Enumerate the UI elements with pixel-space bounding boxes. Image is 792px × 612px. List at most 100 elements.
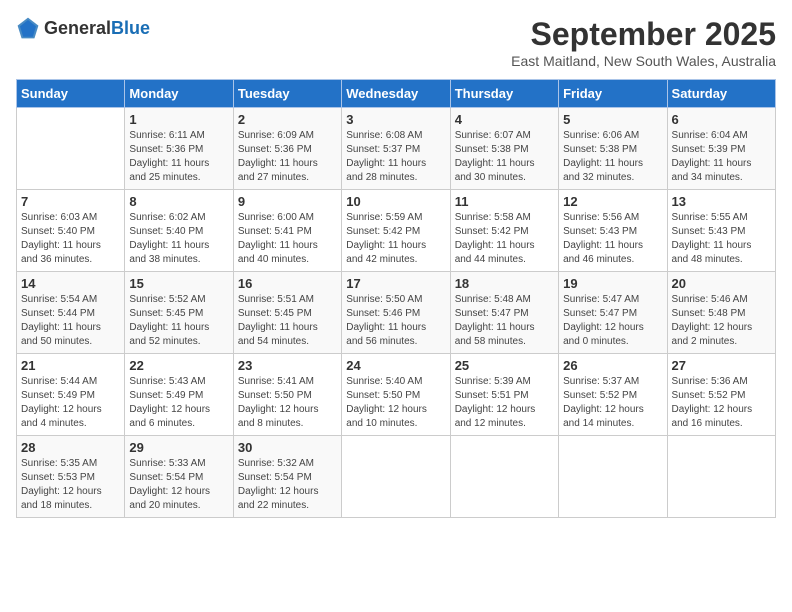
day-number: 3 [346,112,445,127]
day-number: 13 [672,194,771,209]
day-info: Sunrise: 5:36 AM Sunset: 5:52 PM Dayligh… [672,375,771,431]
day-number: 19 [563,276,662,291]
day-cell: 29 Sunrise: 5:33 AM Sunset: 5:54 PM Dayli… [125,436,233,518]
day-info: Sunrise: 6:11 AM Sunset: 5:36 PM Dayligh… [129,129,228,185]
day-number: 1 [129,112,228,127]
header-cell-wednesday: Wednesday [342,80,450,108]
day-cell: 10 Sunrise: 5:59 AM Sunset: 5:42 PM Dayli… [342,190,450,272]
logo: GeneralBlue [16,16,150,40]
header-cell-sunday: Sunday [17,80,125,108]
header-cell-friday: Friday [559,80,667,108]
day-info: Sunrise: 5:59 AM Sunset: 5:42 PM Dayligh… [346,211,445,267]
calendar-table: SundayMondayTuesdayWednesdayThursdayFrid… [16,79,776,518]
day-cell: 3Sunrise: 6:08 AM Sunset: 5:37 PM Daylig… [342,108,450,190]
day-cell: 27 Sunrise: 5:36 AM Sunset: 5:52 PM Dayli… [667,354,775,436]
day-info: Sunrise: 5:44 AM Sunset: 5:49 PM Dayligh… [21,375,120,431]
day-cell: 28 Sunrise: 5:35 AM Sunset: 5:53 PM Dayli… [17,436,125,518]
day-cell: 1 Sunrise: 6:11 AM Sunset: 5:36 PM Daylig… [125,108,233,190]
day-number: 12 [563,194,662,209]
week-row-4: 28 Sunrise: 5:35 AM Sunset: 5:53 PM Dayli… [17,436,776,518]
day-cell: 14 Sunrise: 5:54 AM Sunset: 5:44 PM Dayli… [17,272,125,354]
day-info: Sunrise: 5:32 AM Sunset: 5:54 PM Dayligh… [238,457,337,513]
day-number: 9 [238,194,337,209]
day-info: Sunrise: 5:39 AM Sunset: 5:51 PM Dayligh… [455,375,554,431]
day-number: 6 [672,112,771,127]
header-cell-thursday: Thursday [450,80,558,108]
day-info: Sunrise: 5:33 AM Sunset: 5:54 PM Dayligh… [129,457,228,513]
day-number: 2 [238,112,337,127]
day-cell: 25 Sunrise: 5:39 AM Sunset: 5:51 PM Dayli… [450,354,558,436]
day-cell: 12Sunrise: 5:56 AM Sunset: 5:43 PM Dayli… [559,190,667,272]
day-number: 8 [129,194,228,209]
day-info: Sunrise: 5:51 AM Sunset: 5:45 PM Dayligh… [238,293,337,349]
day-cell: 9 Sunrise: 6:00 AM Sunset: 5:41 PM Daylig… [233,190,341,272]
day-cell: 26Sunrise: 5:37 AM Sunset: 5:52 PM Dayli… [559,354,667,436]
day-cell [17,108,125,190]
day-info: Sunrise: 5:52 AM Sunset: 5:45 PM Dayligh… [129,293,228,349]
day-info: Sunrise: 5:48 AM Sunset: 5:47 PM Dayligh… [455,293,554,349]
day-cell: 15 Sunrise: 5:52 AM Sunset: 5:45 PM Dayli… [125,272,233,354]
day-cell: 11 Sunrise: 5:58 AM Sunset: 5:42 PM Dayli… [450,190,558,272]
day-cell: 8Sunrise: 6:02 AM Sunset: 5:40 PM Daylig… [125,190,233,272]
day-number: 11 [455,194,554,209]
day-number: 7 [21,194,120,209]
day-number: 23 [238,358,337,373]
day-info: Sunrise: 5:54 AM Sunset: 5:44 PM Dayligh… [21,293,120,349]
header-row: SundayMondayTuesdayWednesdayThursdayFrid… [17,80,776,108]
logo-text-blue: Blue [111,18,150,38]
day-number: 16 [238,276,337,291]
day-cell: 21Sunrise: 5:44 AM Sunset: 5:49 PM Dayli… [17,354,125,436]
day-number: 15 [129,276,228,291]
day-number: 20 [672,276,771,291]
logo-text-general: General [44,18,111,38]
day-cell: 22 Sunrise: 5:43 AM Sunset: 5:49 PM Dayli… [125,354,233,436]
header-cell-monday: Monday [125,80,233,108]
day-cell: 24 Sunrise: 5:40 AM Sunset: 5:50 PM Dayli… [342,354,450,436]
day-number: 17 [346,276,445,291]
day-cell: 6 Sunrise: 6:04 AM Sunset: 5:39 PM Daylig… [667,108,775,190]
calendar-header: SundayMondayTuesdayWednesdayThursdayFrid… [17,80,776,108]
day-number: 30 [238,440,337,455]
day-cell [559,436,667,518]
day-cell: 19Sunrise: 5:47 AM Sunset: 5:47 PM Dayli… [559,272,667,354]
day-cell: 7 Sunrise: 6:03 AM Sunset: 5:40 PM Daylig… [17,190,125,272]
day-info: Sunrise: 5:35 AM Sunset: 5:53 PM Dayligh… [21,457,120,513]
header-cell-saturday: Saturday [667,80,775,108]
day-info: Sunrise: 5:58 AM Sunset: 5:42 PM Dayligh… [455,211,554,267]
day-cell: 5Sunrise: 6:06 AM Sunset: 5:38 PM Daylig… [559,108,667,190]
day-cell: 17Sunrise: 5:50 AM Sunset: 5:46 PM Dayli… [342,272,450,354]
day-number: 27 [672,358,771,373]
day-cell [342,436,450,518]
day-info: Sunrise: 6:06 AM Sunset: 5:38 PM Dayligh… [563,129,662,185]
main-title: September 2025 [511,16,776,53]
day-cell: 4 Sunrise: 6:07 AM Sunset: 5:38 PM Daylig… [450,108,558,190]
day-number: 28 [21,440,120,455]
day-number: 25 [455,358,554,373]
day-number: 24 [346,358,445,373]
day-cell: 20Sunrise: 5:46 AM Sunset: 5:48 PM Dayli… [667,272,775,354]
day-number: 29 [129,440,228,455]
day-info: Sunrise: 5:40 AM Sunset: 5:50 PM Dayligh… [346,375,445,431]
logo-icon [16,16,40,40]
day-info: Sunrise: 6:09 AM Sunset: 5:36 PM Dayligh… [238,129,337,185]
day-info: Sunrise: 6:07 AM Sunset: 5:38 PM Dayligh… [455,129,554,185]
day-cell [450,436,558,518]
day-info: Sunrise: 6:04 AM Sunset: 5:39 PM Dayligh… [672,129,771,185]
day-info: Sunrise: 5:43 AM Sunset: 5:49 PM Dayligh… [129,375,228,431]
title-area: September 2025 East Maitland, New South … [511,16,776,69]
header-cell-tuesday: Tuesday [233,80,341,108]
day-info: Sunrise: 6:03 AM Sunset: 5:40 PM Dayligh… [21,211,120,267]
day-cell: 13Sunrise: 5:55 AM Sunset: 5:43 PM Dayli… [667,190,775,272]
header: GeneralBlue September 2025 East Maitland… [16,16,776,69]
day-cell: 23Sunrise: 5:41 AM Sunset: 5:50 PM Dayli… [233,354,341,436]
day-number: 18 [455,276,554,291]
day-number: 4 [455,112,554,127]
day-info: Sunrise: 6:00 AM Sunset: 5:41 PM Dayligh… [238,211,337,267]
day-number: 10 [346,194,445,209]
day-number: 14 [21,276,120,291]
calendar-body: 1 Sunrise: 6:11 AM Sunset: 5:36 PM Daylig… [17,108,776,518]
subtitle: East Maitland, New South Wales, Australi… [511,53,776,69]
day-number: 22 [129,358,228,373]
day-cell: 30 Sunrise: 5:32 AM Sunset: 5:54 PM Dayli… [233,436,341,518]
day-cell: 2 Sunrise: 6:09 AM Sunset: 5:36 PM Daylig… [233,108,341,190]
